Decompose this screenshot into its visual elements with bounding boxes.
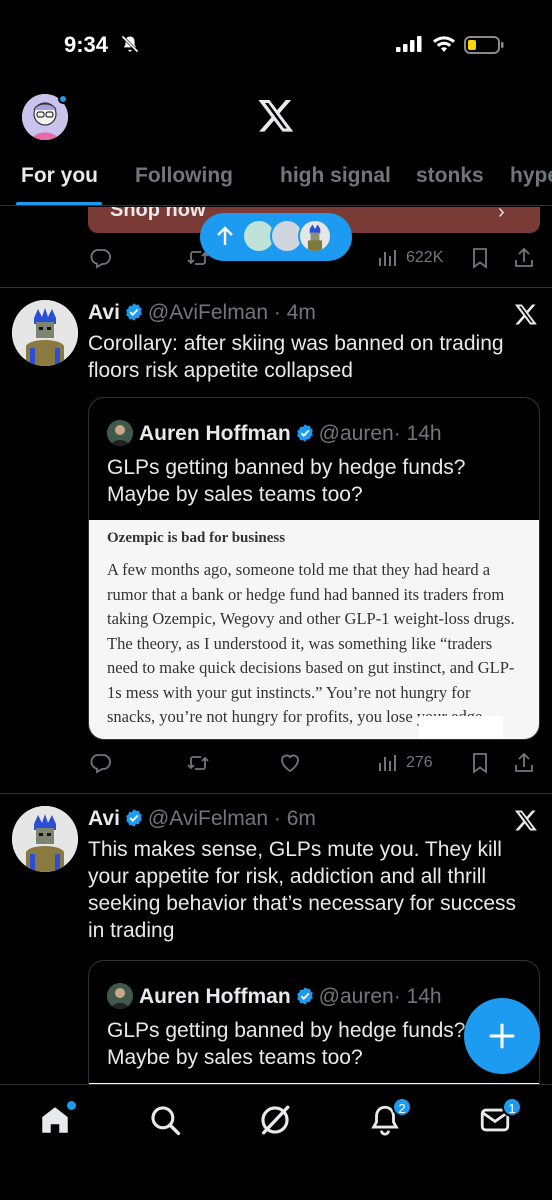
reply-button[interactable] [88, 244, 112, 272]
quoted-author-name: Auren Hoffman [139, 422, 291, 445]
quoted-author-handle: @auren [318, 422, 394, 445]
battery-icon [464, 36, 504, 54]
reply-icon [90, 754, 111, 774]
views-icon [379, 755, 396, 771]
chevron-right-icon: › [498, 207, 505, 223]
verified-badge-icon [296, 424, 313, 442]
article-screenshot: Ozempic is bad for business A few months… [89, 520, 539, 739]
arrow-up-icon [217, 226, 233, 245]
tweet-header: Avi @AviFelman · 4m [88, 301, 316, 325]
share-icon [515, 752, 533, 772]
nav-search[interactable] [148, 1103, 182, 1137]
grok-icon [261, 1105, 290, 1135]
tab-following[interactable]: Following [135, 164, 233, 188]
plus-icon [489, 1023, 515, 1049]
new-posts-pill[interactable] [200, 213, 352, 261]
author-avatar[interactable] [12, 300, 78, 366]
quoted-author-avatar [107, 420, 133, 446]
heart-icon [281, 754, 299, 773]
share-button[interactable] [512, 244, 536, 272]
quoted-tweet-header: Auren Hoffman @auren· 14h [107, 420, 442, 446]
bookmark-icon [473, 248, 487, 269]
article-body: A few months ago, someone told me that t… [107, 560, 515, 726]
author-handle[interactable]: @AviFelman [148, 807, 268, 830]
tab-stonks[interactable]: stonks [416, 164, 484, 188]
author-avatar-image [12, 806, 78, 872]
home-notification-dot [67, 1101, 76, 1110]
views-count: 276 [406, 754, 433, 771]
author-avatar[interactable] [12, 806, 78, 872]
messages-badge: 1 [502, 1097, 522, 1117]
quoted-author-avatar [107, 983, 133, 1009]
tweet-header: Avi @AviFelman · 6m [88, 807, 316, 831]
repost-button[interactable] [186, 749, 210, 777]
cellular-signal-icon [396, 36, 422, 52]
verified-badge-icon [296, 987, 313, 1005]
bookmark-button[interactable] [468, 749, 492, 777]
views-button[interactable]: 276 [376, 749, 433, 777]
quoted-author-handle: @auren [318, 985, 394, 1008]
tweet-timestamp[interactable]: · 4m [274, 301, 316, 324]
status-bar: 9:34 [0, 0, 552, 90]
author-name[interactable]: Avi [88, 807, 120, 830]
notifications-badge: 2 [392, 1097, 412, 1117]
quoted-tweet-header: Auren Hoffman @auren· 14h [107, 983, 442, 1009]
nav-home[interactable] [38, 1101, 76, 1137]
article-title: Ozempic is bad for business [107, 530, 286, 546]
tweet-text: This makes sense, GLPs mute you. They ki… [88, 838, 516, 942]
feed-divider [0, 287, 552, 288]
views-icon [379, 250, 396, 266]
tweet-actions: 276 [88, 749, 540, 779]
repost-icon [187, 756, 209, 770]
share-icon [515, 247, 533, 267]
like-button[interactable] [278, 749, 302, 777]
verified-badge-icon [126, 303, 142, 321]
profile-notification-dot [58, 94, 68, 104]
compose-post-button[interactable] [464, 998, 540, 1074]
tab-for-you[interactable]: For you [21, 164, 98, 188]
share-button[interactable] [512, 749, 536, 777]
quoted-author-name: Auren Hoffman [139, 985, 291, 1008]
search-icon [151, 1106, 181, 1136]
timeline-tabs: For you Following high signal stonks hyp… [0, 150, 552, 206]
bookmark-button[interactable] [468, 244, 492, 272]
author-avatar-image [12, 300, 78, 366]
nav-notifications[interactable]: 2 [368, 1097, 412, 1137]
bell-off-icon [121, 35, 139, 53]
tab-hype[interactable]: hype [510, 164, 552, 188]
bottom-navigation: 2 1 [0, 1084, 552, 1200]
tweet-timestamp[interactable]: · 6m [274, 807, 316, 830]
reply-icon [90, 249, 111, 269]
promo-shop-now-label: Shop now [110, 207, 206, 221]
quoted-tweet-card[interactable]: Auren Hoffman @auren· 14h GLPs getting ba… [88, 397, 540, 740]
feed-divider [0, 793, 552, 794]
x-logo-icon [514, 810, 537, 831]
tab-high-signal[interactable]: high signal [280, 164, 391, 188]
x-logo-icon [514, 304, 537, 325]
nav-messages[interactable]: 1 [478, 1097, 522, 1137]
bookmark-icon [473, 753, 487, 774]
quoted-tweet-text: GLPs getting banned by hedge funds? Mayb… [107, 456, 466, 506]
quoted-tweet-timestamp: · 14h [393, 422, 442, 445]
quoted-tweet-timestamp: · 14h [393, 985, 442, 1008]
reply-button[interactable] [88, 749, 112, 777]
article-redaction [419, 716, 503, 739]
status-time: 9:34 [64, 32, 109, 57]
nav-grok[interactable] [258, 1103, 292, 1137]
wifi-icon [433, 36, 455, 52]
x-logo-icon[interactable] [256, 96, 296, 134]
tweet-text: Corollary: after skiing was banned on tr… [88, 332, 504, 382]
author-handle[interactable]: @AviFelman [148, 301, 268, 324]
views-count: 622K [406, 249, 444, 266]
new-post-avatar [298, 219, 332, 253]
active-tab-indicator [16, 202, 102, 205]
author-name[interactable]: Avi [88, 301, 120, 324]
verified-badge-icon [126, 809, 142, 827]
views-button[interactable]: 622K [376, 244, 443, 272]
